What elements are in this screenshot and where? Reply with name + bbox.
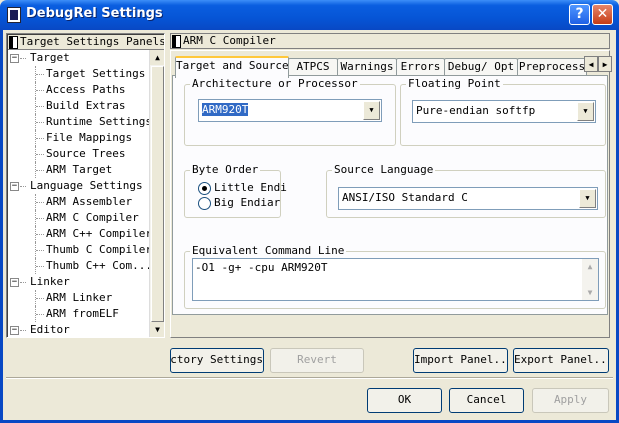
tree-group-item[interactable]: − Language Settings (7, 178, 149, 194)
help-button[interactable]: ? (569, 4, 590, 25)
import-panel-button[interactable]: Import Panel... (413, 348, 508, 373)
floating-point-value: Pure-endian softfp (416, 104, 536, 117)
chevron-down-icon[interactable]: ▼ (577, 102, 594, 121)
tree-header-label: Target Settings Panels (20, 35, 164, 48)
tree-item-label: Source Trees (46, 147, 126, 160)
source-language-select[interactable]: ANSI/ISO Standard C ▼ (338, 187, 598, 210)
byte-order-label: Byte Order (190, 163, 261, 176)
tree-item[interactable]: File Mappings (7, 130, 149, 146)
revert-button[interactable]: Revert (270, 348, 364, 373)
command-line-label: Equivalent Command Line (190, 244, 347, 257)
tree-item[interactable]: Target Settings (7, 66, 149, 82)
tree-item-label: Build Extras (46, 99, 126, 112)
tab-atpcs[interactable]: ATPCS (288, 58, 338, 76)
tree-item-label: ARM Linker (46, 291, 113, 304)
floating-point-label: Floating Point (406, 77, 503, 90)
tree-item-label: Editor (30, 323, 70, 336)
tree-item-label: ARM Target (46, 163, 113, 176)
separator (6, 377, 613, 379)
scroll-thumb[interactable] (151, 66, 164, 322)
command-line-textarea[interactable]: -O1 -g+ -cpu ARM920T ▲ ▼ (192, 258, 599, 301)
architecture-select[interactable]: ARM920T ▼ (198, 99, 382, 122)
scroll-up-arrow[interactable]: ▲ (150, 50, 164, 65)
ok-button[interactable]: OK (367, 388, 442, 413)
little-endian-radio[interactable] (198, 182, 211, 195)
tree-item[interactable]: Runtime Settings (7, 114, 152, 130)
apply-button[interactable]: Apply (532, 388, 609, 413)
source-language-value: ANSI/ISO Standard C (342, 191, 468, 204)
collapse-icon[interactable]: − (10, 278, 19, 287)
tree-item[interactable]: Source Trees (7, 146, 149, 162)
command-line-text: -O1 -g+ -cpu ARM920T (195, 261, 328, 274)
chevron-down-icon[interactable]: ▼ (363, 101, 380, 120)
tree-item[interactable]: ARM Linker (7, 290, 149, 306)
tree-item-label: ARM fromELF (46, 307, 119, 320)
collapse-icon[interactable]: − (10, 54, 19, 63)
tree-group-item[interactable]: − Editor (7, 322, 149, 337)
tree-item[interactable]: ARM C Compiler (7, 210, 149, 226)
architecture-label: Architecture or Processor (190, 77, 360, 90)
tab-preprocess[interactable]: Preprocess (517, 58, 587, 76)
tree-item-label: Target (30, 51, 70, 64)
cancel-button[interactable]: Cancel (449, 388, 524, 413)
tree-item-label: Access Paths (46, 83, 126, 96)
tree-item[interactable]: Build Extras (7, 98, 149, 114)
tree-item[interactable]: ARM fromELF (7, 306, 149, 322)
tab-debug-opt[interactable]: Debug/ Opt (444, 58, 518, 76)
big-endian-label[interactable]: Big Endiar (214, 196, 280, 209)
app-icon (7, 7, 21, 23)
floating-point-select[interactable]: Pure-endian softfp ▼ (412, 100, 596, 123)
tree-group-item[interactable]: − Target (7, 50, 149, 66)
factory-settings-button[interactable]: Factory Settings (170, 348, 264, 373)
tree-item-label: File Mappings (46, 131, 133, 144)
chevron-down-icon[interactable]: ▼ (579, 189, 596, 208)
tree-scrollbar[interactable]: ▲ ▼ (149, 50, 164, 337)
tree-item[interactable]: ARM Target (7, 162, 149, 178)
little-endian-label[interactable]: Little Endi (214, 181, 287, 194)
tree-item-label: Target Settings (46, 67, 146, 80)
window-title: DebugRel Settings (26, 6, 163, 21)
panel-icon (9, 36, 18, 49)
panel-icon (172, 35, 181, 48)
tab-scroll-left-arrow[interactable]: ◀ (584, 56, 598, 72)
big-endian-radio[interactable] (198, 197, 211, 210)
collapse-icon[interactable]: − (10, 326, 19, 335)
scroll-up-arrow[interactable]: ▲ (582, 259, 598, 274)
tree-item-label: Runtime Settings (46, 115, 152, 128)
tree-item-label: ARM C Compiler (46, 211, 139, 224)
tree-item-label: ARM C++ Compiler (46, 227, 152, 240)
scroll-down-arrow[interactable]: ▼ (150, 322, 164, 337)
tab-target-and-source[interactable]: Target and Source (175, 56, 289, 78)
tree-item[interactable]: ARM Assembler (7, 194, 149, 210)
panel-header: ARM C Compiler (170, 33, 610, 49)
tree-item[interactable]: ARM C++ Compiler (7, 226, 152, 242)
tab-scroll-right-arrow[interactable]: ▶ (598, 56, 612, 72)
tree-item[interactable]: Thumb C++ Com... (7, 258, 152, 274)
tree-item[interactable]: Thumb C Compiler (7, 242, 152, 258)
source-language-label: Source Language (332, 163, 436, 176)
scroll-down-arrow[interactable]: ▼ (582, 285, 598, 300)
command-line-scrollbar[interactable]: ▲ ▼ (582, 259, 598, 300)
tree-item-label: Thumb C++ Com... (46, 259, 152, 272)
architecture-value: ARM920T (202, 103, 249, 116)
tree-item-label: ARM Assembler (46, 195, 133, 208)
tree-group-item[interactable]: − Linker (7, 274, 149, 290)
tree-item-label: Thumb C Compiler (46, 243, 152, 256)
export-panel-button[interactable]: Export Panel... (513, 348, 609, 373)
tab-warnings[interactable]: Warnings (337, 58, 397, 76)
tree-item-label: Linker (30, 275, 70, 288)
tree-body: − Target Target Settings Access Paths Build … (7, 50, 152, 337)
tree-item-label: Language Settings (30, 179, 143, 192)
tree-header: Target Settings Panels (8, 35, 164, 50)
close-button[interactable]: ✕ (592, 4, 613, 25)
collapse-icon[interactable]: − (10, 182, 19, 191)
tab-errors[interactable]: Errors (396, 58, 445, 76)
settings-panels-tree: Target Settings Panels − Target Target Set… (6, 33, 165, 338)
panel-header-label: ARM C Compiler (183, 34, 276, 47)
title-bar[interactable]: DebugRel Settings ? ✕ (0, 0, 619, 30)
byte-order-group (184, 170, 281, 218)
tree-item[interactable]: Access Paths (7, 82, 149, 98)
